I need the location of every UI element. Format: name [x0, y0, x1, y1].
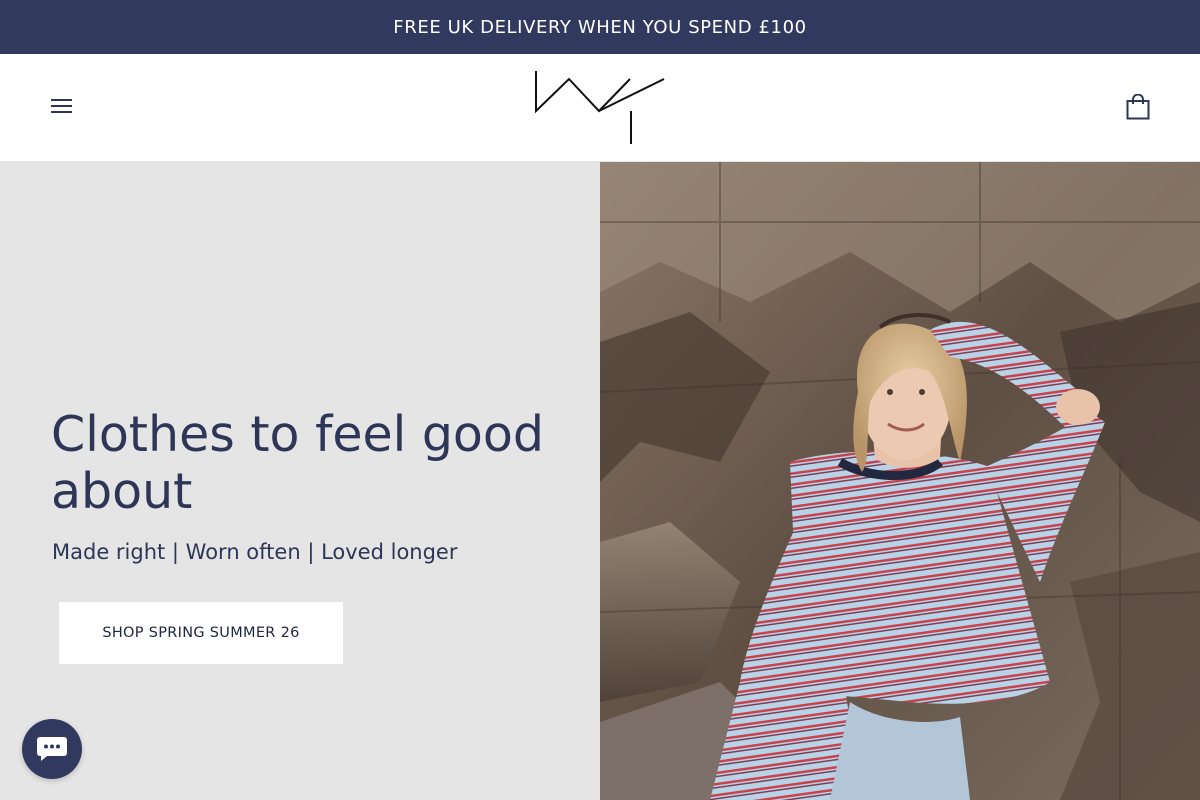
announcement-text: FREE UK DELIVERY WHEN YOU SPEND £100 [393, 16, 807, 38]
logo-mark [535, 71, 665, 144]
announcement-bar: FREE UK DELIVERY WHEN YOU SPEND £100 [0, 0, 1200, 54]
site-logo[interactable]: MY [533, 69, 667, 145]
hero-banner: Clothes to feel good about Made right | … [0, 162, 1200, 800]
menu-button[interactable] [46, 90, 78, 122]
hamburger-menu-icon [51, 99, 72, 113]
shop-collection-button[interactable]: SHOP SPRING SUMMER 26 [59, 602, 343, 664]
shopping-bag-icon [1126, 94, 1150, 120]
hero-title: Clothes to feel good about [51, 406, 544, 520]
hero-subtitle: Made right | Worn often | Loved longer [52, 540, 458, 564]
hero-photo [600, 162, 1200, 800]
chat-button[interactable] [22, 719, 82, 779]
chat-bubble-icon [37, 737, 67, 761]
hero-image [600, 162, 1200, 800]
site-header: MY [0, 54, 1200, 162]
hero-text-panel: Clothes to feel good about Made right | … [0, 162, 600, 800]
cart-button[interactable] [1120, 88, 1156, 126]
